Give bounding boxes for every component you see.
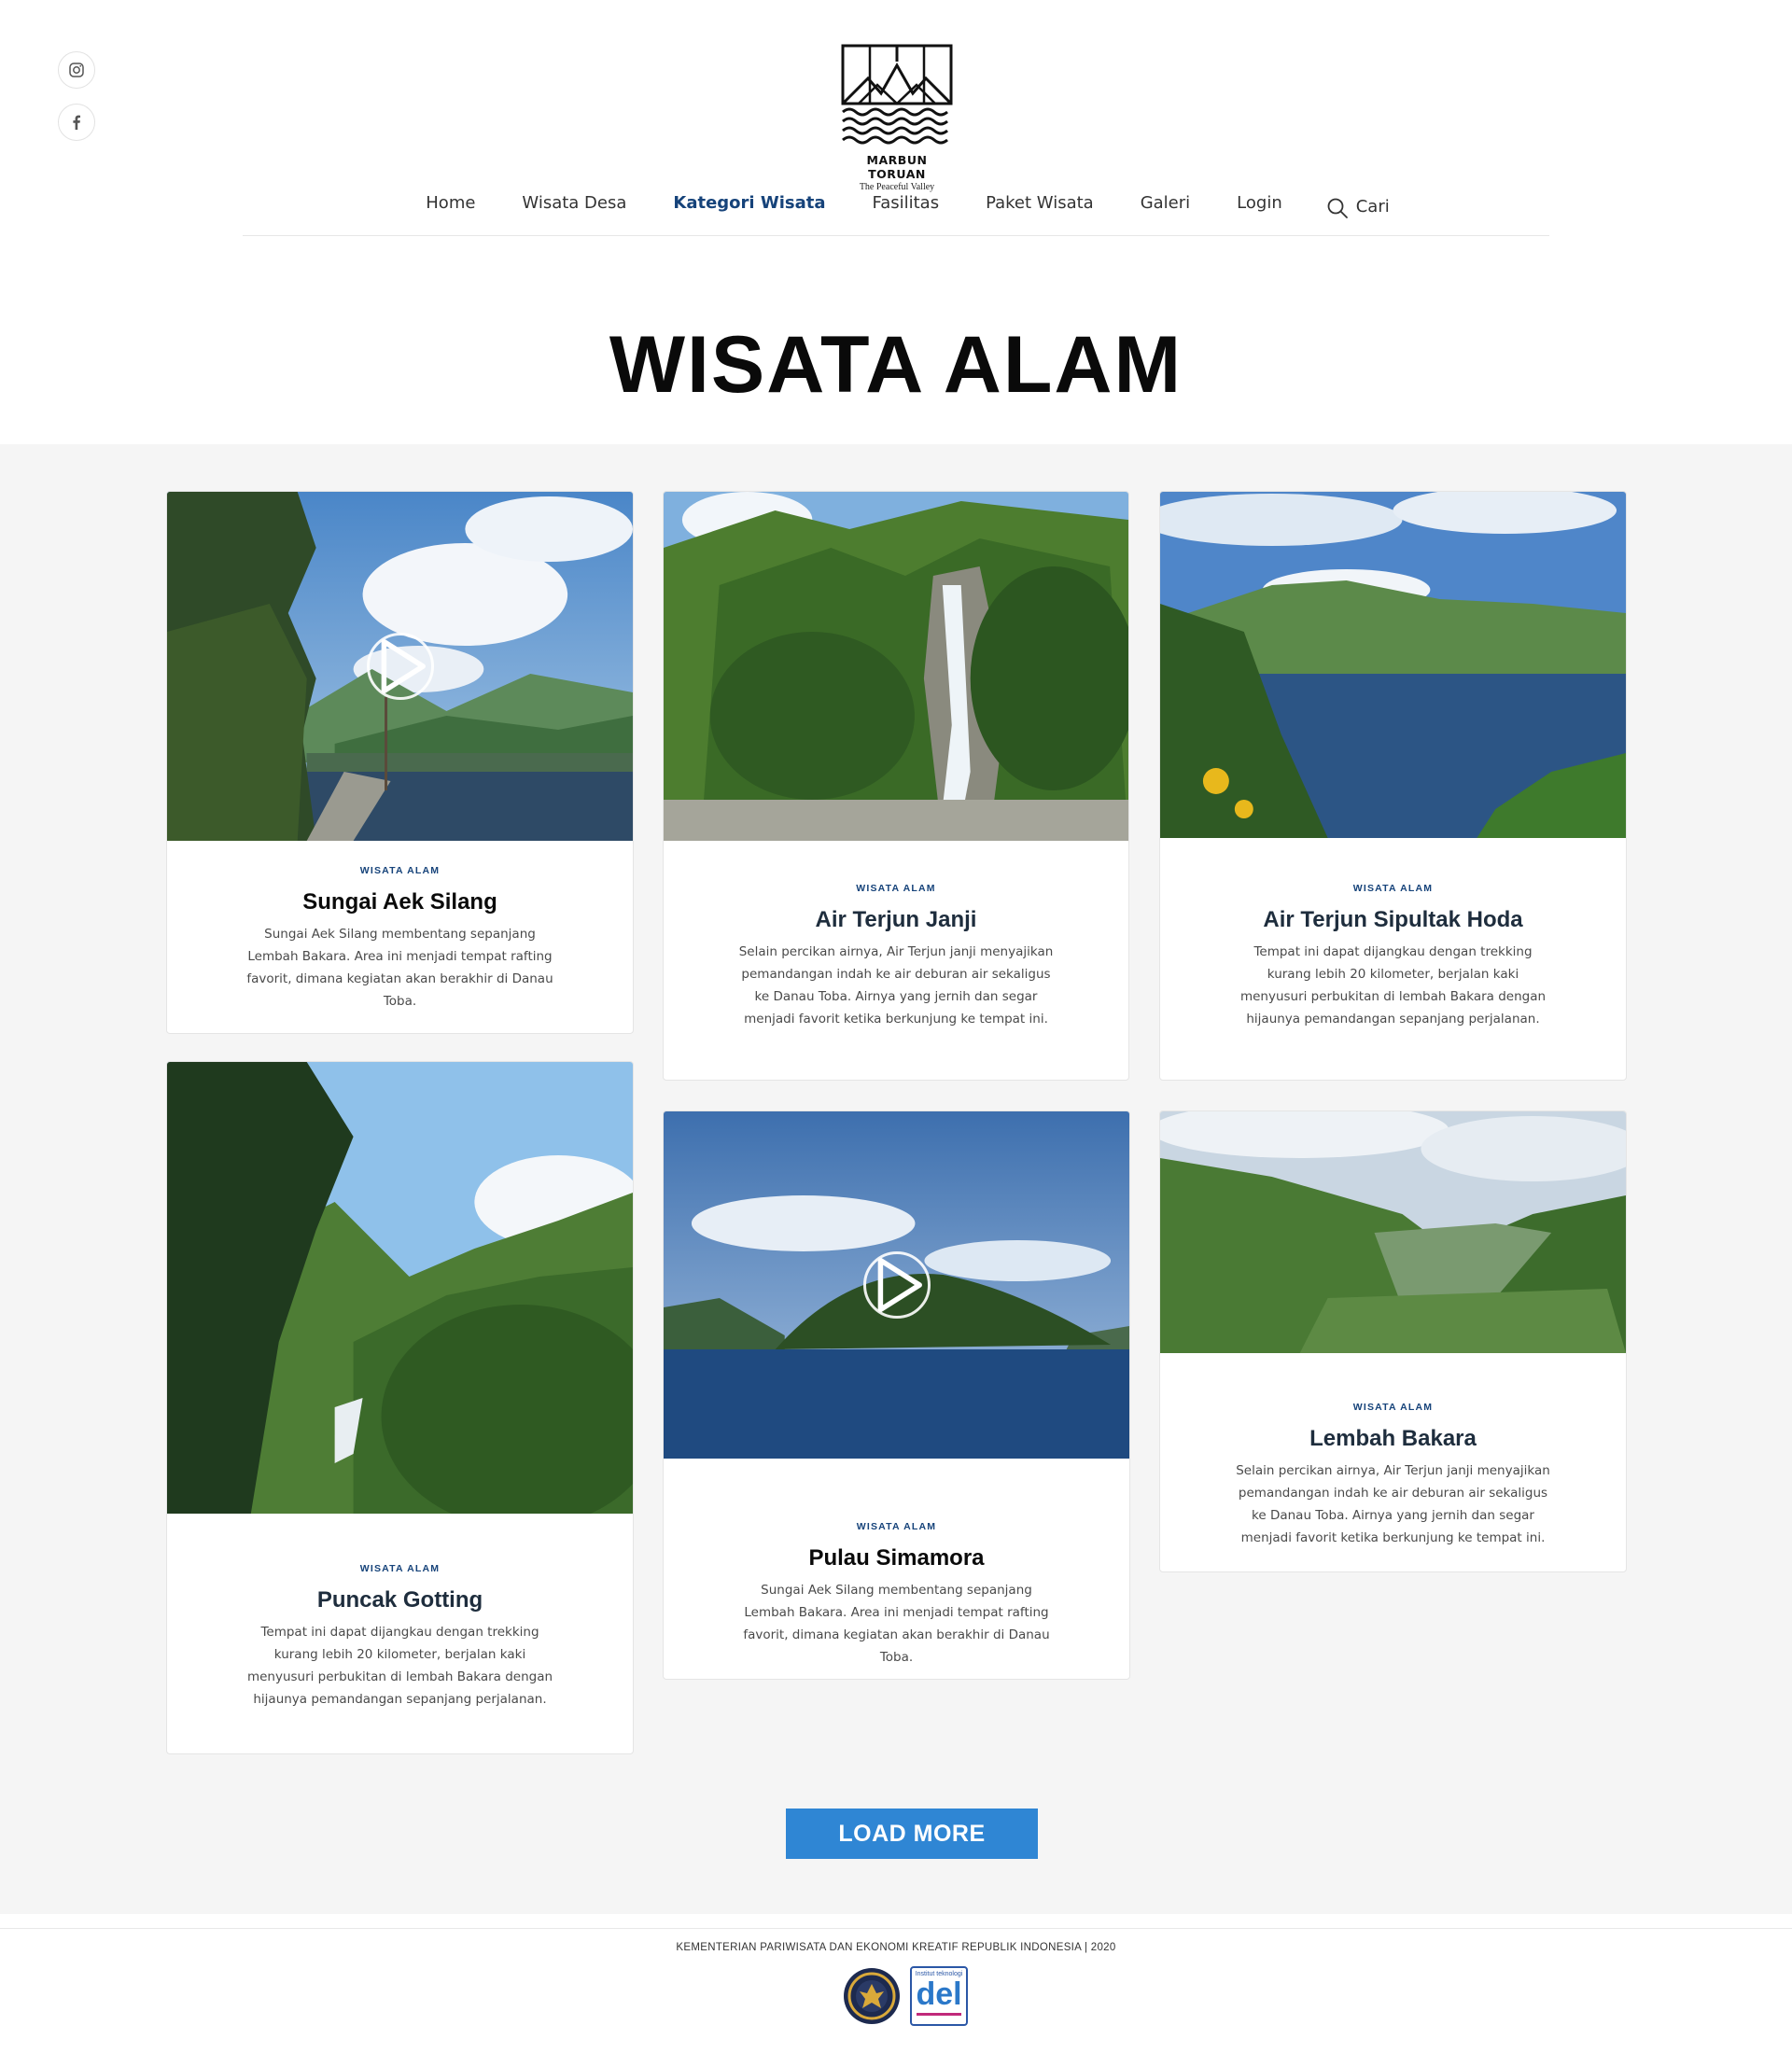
nav-list: Home Wisata Desa Kategori Wisata Fasilit…: [402, 193, 1305, 213]
search-button[interactable]: Cari: [1326, 193, 1390, 219]
nav-item-login[interactable]: Login: [1237, 193, 1282, 213]
cards-section: WISATA ALAM Sungai Aek Silang Sungai Aek…: [0, 444, 1792, 1914]
site-name: MARBUN TORUAN: [866, 153, 928, 181]
footer: KEMENTERIAN PARIWISATA DAN EKONOMI KREAT…: [0, 1928, 1792, 2053]
search-icon: [1327, 198, 1348, 218]
marbun-toruan-logo: [841, 44, 953, 145]
card-image[interactable]: [664, 492, 1128, 841]
card-puncak-gotting[interactable]: WISATA ALAM Puncak Gotting Tempat ini da…: [166, 1061, 634, 1754]
nav-item-fasilitas[interactable]: Fasilitas: [873, 193, 940, 213]
instagram-link[interactable]: [58, 51, 95, 89]
footer-text: KEMENTERIAN PARIWISATA DAN EKONOMI KREAT…: [676, 1942, 1116, 1953]
card-title[interactable]: Lembah Bakara: [1160, 1426, 1626, 1452]
card-sungai-aek-silang[interactable]: WISATA ALAM Sungai Aek Silang Sungai Aek…: [166, 491, 634, 1034]
nav-item-home[interactable]: Home: [426, 193, 475, 213]
nav-item-wisata-desa[interactable]: Wisata Desa: [522, 193, 626, 213]
play-video-button[interactable]: [862, 1251, 931, 1319]
play-icon: [877, 1257, 922, 1313]
del-logo: Institut teknologi del: [910, 1966, 968, 2026]
card-air-terjun-janji[interactable]: WISATA ALAM Air Terjun Janji Selain perc…: [663, 491, 1129, 1081]
play-video-button[interactable]: [366, 633, 434, 700]
card-pulau-simamora[interactable]: WISATA ALAM Pulau Simamora Sungai Aek Si…: [663, 1110, 1130, 1680]
card-image[interactable]: [167, 1062, 633, 1514]
nav-item-kategori-wisata[interactable]: Kategori Wisata: [673, 193, 825, 213]
card-description: Sungai Aek Silang membentang sepanjang L…: [743, 1583, 1050, 1665]
lake-view-image: [1160, 492, 1626, 838]
card-category: WISATA ALAM: [359, 1563, 441, 1574]
card-category: WISATA ALAM: [359, 865, 441, 876]
card-description: Sungai Aek Silang membentang sepanjang L…: [246, 927, 553, 1009]
card-image[interactable]: [167, 492, 633, 841]
instagram-icon: [69, 63, 84, 77]
card-category: WISATA ALAM: [856, 883, 936, 894]
card-description: Tempat ini dapat dijangkau dengan trekki…: [246, 1625, 553, 1707]
card-title[interactable]: Air Terjun Sipultak Hoda: [1160, 907, 1626, 933]
social-links: [58, 51, 95, 141]
card-title[interactable]: Air Terjun Janji: [664, 907, 1128, 933]
card-image[interactable]: [1160, 492, 1626, 838]
play-icon: [381, 638, 426, 694]
card-title[interactable]: Puncak Gotting: [167, 1587, 633, 1613]
footer-logos: Institut teknologi del: [843, 1966, 968, 2026]
card-lembah-bakara[interactable]: WISATA ALAM Lembah Bakara Selain percika…: [1159, 1110, 1627, 1572]
card-title[interactable]: Pulau Simamora: [664, 1545, 1129, 1571]
del-text: del: [916, 1976, 962, 2012]
card-description: Selain percikan airnya, Air Terjun janji…: [738, 944, 1054, 1026]
load-more-button[interactable]: LOAD MORE: [786, 1809, 1038, 1859]
valley-image: [1160, 1111, 1626, 1353]
site-tagline: The Peaceful Valley: [859, 182, 935, 192]
card-image[interactable]: [1160, 1111, 1626, 1353]
ministry-emblem-icon: [844, 1968, 900, 2024]
card-category: WISATA ALAM: [1352, 883, 1434, 894]
card-air-terjun-sipultak-hoda[interactable]: WISATA ALAM Air Terjun Sipultak Hoda Tem…: [1159, 491, 1627, 1081]
card-title[interactable]: Sungai Aek Silang: [167, 889, 633, 915]
waterfall-image: [664, 492, 1128, 841]
nav-item-paket-wisata[interactable]: Paket Wisata: [986, 193, 1094, 213]
facebook-icon: [73, 115, 80, 130]
facebook-link[interactable]: [58, 104, 95, 141]
card-category: WISATA ALAM: [1352, 1402, 1434, 1413]
site-logo[interactable]: MARBUN TORUAN The Peaceful Valley: [837, 43, 957, 192]
main-nav: Home Wisata Desa Kategori Wisata Fasilit…: [243, 193, 1549, 236]
page-title: WISATA ALAM: [609, 320, 1183, 410]
card-category: WISATA ALAM: [856, 1521, 937, 1532]
card-description: Tempat ini dapat dijangkau dengan trekki…: [1239, 944, 1547, 1026]
mountain-waterfall-image: [167, 1062, 633, 1514]
del-underline: [917, 2013, 961, 2016]
nav-item-galeri[interactable]: Galeri: [1141, 193, 1190, 213]
card-image[interactable]: [664, 1111, 1129, 1459]
search-label: Cari: [1355, 196, 1390, 216]
card-description: Selain percikan airnya, Air Terjun janji…: [1236, 1463, 1550, 1545]
